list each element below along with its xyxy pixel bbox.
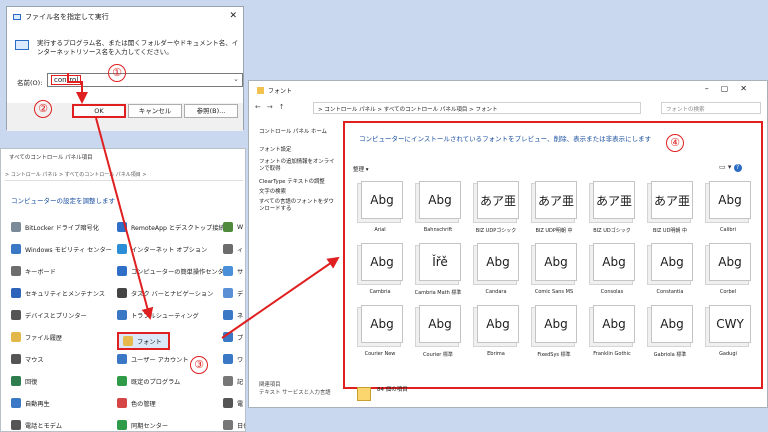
arrow-to-ok: [67, 73, 88, 104]
step-4-badge: ④: [666, 134, 684, 152]
step-1-badge: ①: [108, 64, 126, 82]
step-2-badge: ②: [34, 100, 52, 118]
arrow-to-font-window: [221, 256, 340, 339]
arrow-to-font-item: [95, 117, 154, 320]
step-3-badge: ③: [190, 356, 208, 374]
